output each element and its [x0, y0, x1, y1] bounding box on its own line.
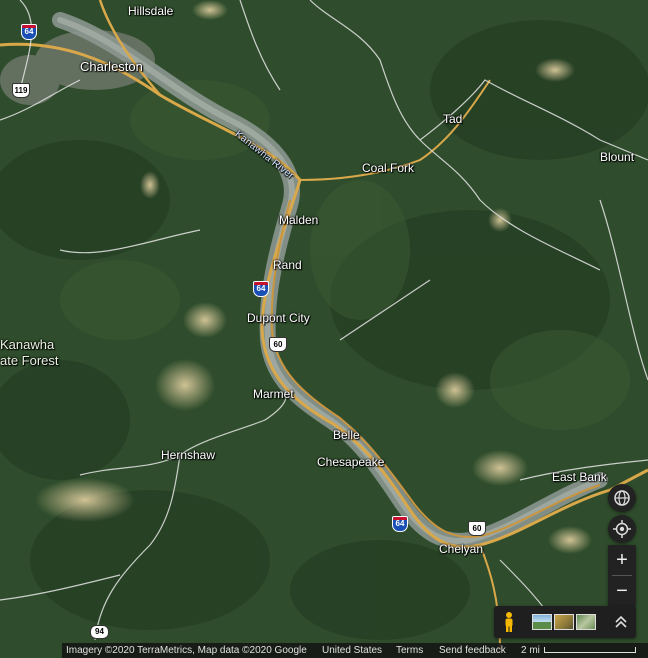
zoom-out-button[interactable]: − [608, 576, 636, 606]
satellite-terrain[interactable] [0, 0, 648, 658]
place-label-belle[interactable]: Belle [333, 428, 360, 442]
place-label-marmet[interactable]: Marmet [253, 387, 294, 401]
place-label-dupont-city[interactable]: Dupont City [247, 311, 310, 325]
shield-number: 60 [472, 524, 482, 533]
us-60-shield[interactable]: 60 [269, 337, 287, 352]
expand-icon [615, 615, 627, 628]
wv-94-shield[interactable]: 94 [90, 625, 109, 639]
place-label-blount[interactable]: Blount [600, 150, 634, 164]
us-119-shield[interactable]: 119 [12, 83, 30, 98]
expand-layers-button[interactable] [612, 612, 630, 632]
pegman-icon [505, 612, 513, 632]
shield-number: 64 [395, 519, 405, 528]
place-label-tad[interactable]: Tad [443, 112, 462, 126]
shield-number: 119 [14, 86, 28, 95]
layers-panel [494, 606, 636, 638]
pegman-button[interactable] [500, 611, 518, 633]
place-label-charleston[interactable]: Charleston [80, 60, 143, 74]
scale-label[interactable]: 2 mi [521, 643, 540, 658]
shield-number: 64 [24, 27, 34, 36]
scale-bar[interactable] [544, 647, 636, 653]
terms-link[interactable]: Terms [396, 643, 423, 658]
place-label-hernshaw[interactable]: Hernshaw [161, 448, 215, 462]
place-label-hillsdale[interactable]: Hillsdale [128, 4, 173, 18]
map-footer: Imagery ©2020 TerraMetrics, Map data ©20… [62, 643, 648, 658]
shield-number: 64 [256, 284, 266, 293]
interstate-64-shield[interactable]: 64 [21, 24, 37, 40]
satellite-map[interactable]: Hillsdale Charleston Tad Blount Coal For… [0, 0, 648, 658]
us-60-shield[interactable]: 60 [468, 521, 486, 536]
area-label-kanawha-forest-line1[interactable]: Kanawha [0, 338, 54, 352]
shield-number: 60 [273, 340, 283, 349]
layer-thumb-streetview[interactable] [532, 614, 552, 630]
globe-icon [614, 490, 630, 506]
place-label-rand[interactable]: Rand [273, 258, 302, 272]
send-feedback-link[interactable]: Send feedback [439, 643, 506, 658]
place-label-chelyan[interactable]: Chelyan [439, 542, 483, 556]
layer-thumb-terrain[interactable] [554, 614, 574, 630]
my-location-icon [613, 520, 631, 538]
layer-thumb-satellite[interactable] [576, 614, 596, 630]
interstate-64-shield[interactable]: 64 [392, 516, 408, 532]
area-label-kanawha-forest-line2[interactable]: ate Forest [0, 354, 59, 368]
place-label-malden[interactable]: Malden [279, 213, 318, 227]
interstate-64-shield[interactable]: 64 [253, 281, 269, 297]
place-label-east-bank[interactable]: East Bank [552, 470, 607, 484]
zoom-in-button[interactable]: + [608, 545, 636, 575]
place-label-chesapeake[interactable]: Chesapeake [317, 455, 384, 469]
imagery-attribution: Imagery ©2020 TerraMetrics, Map data ©20… [66, 645, 307, 656]
my-location-button[interactable] [608, 515, 636, 543]
country-link[interactable]: United States [322, 643, 382, 658]
place-label-coal-fork[interactable]: Coal Fork [362, 161, 414, 175]
shield-number: 94 [95, 627, 104, 636]
globe-view-button[interactable] [608, 484, 636, 512]
zoom-control: + − [608, 545, 636, 606]
